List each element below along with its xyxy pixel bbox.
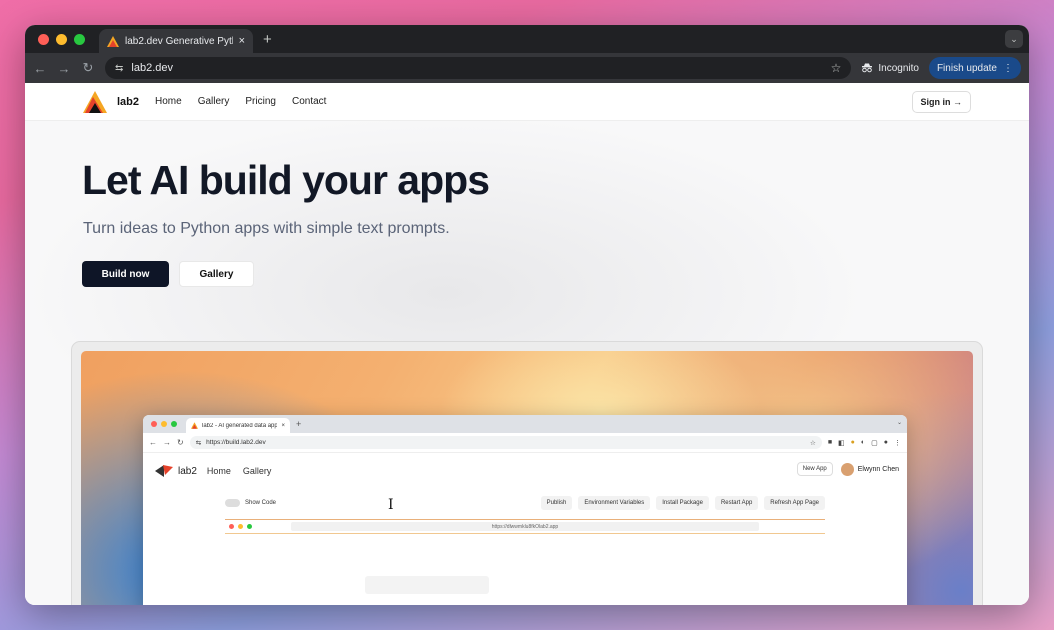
tab-search-button[interactable]: ⌄ — [1005, 30, 1023, 48]
tab-bar: lab2.dev Generative Python A × + ⌄ — [25, 25, 1029, 53]
site-info-icon[interactable]: ⇆ — [115, 63, 123, 74]
preview-brand-name: lab2 — [178, 465, 197, 477]
puzzle-icon: ▢ — [871, 439, 878, 447]
brand[interactable]: lab2 — [83, 90, 140, 113]
nav-pricing[interactable]: Pricing — [245, 96, 276, 107]
preview-menu-icon: ⋮ — [894, 439, 901, 447]
address-url[interactable]: lab2.dev — [131, 62, 822, 74]
preview-site-info-icon: ⇆ — [195, 439, 202, 447]
preview-tab-title: lab2 - AI generated data app — [202, 422, 278, 429]
refresh-app-page-button: Refresh App Page — [764, 496, 825, 510]
nav-contact[interactable]: Contact — [292, 96, 326, 107]
extension-icon: ● — [850, 438, 855, 446]
web-page: lab2 Home Gallery Pricing Contact Sign i… — [25, 83, 1029, 605]
text-cursor-icon: I — [388, 497, 394, 513]
preview-header-right: New App Elwynn Chen — [796, 462, 899, 476]
site-header: lab2 Home Gallery Pricing Contact Sign i… — [25, 83, 1029, 121]
extension-icon: ■ — [827, 438, 833, 446]
preview-star-icon: ☆ — [809, 439, 816, 447]
preview-new-app-button: New App — [796, 462, 833, 476]
preview-wallpaper: lab2 - AI generated data app × + ⌄ ← → ↻… — [81, 351, 973, 605]
preview-brand: lab2 — [155, 465, 197, 477]
preview-address-bar: ⇆ https://build.lab2.dev ☆ — [189, 436, 822, 449]
preview-tab-close-icon: × — [281, 422, 285, 429]
preview-close-dot — [151, 421, 157, 427]
preview-browser-window: lab2 - AI generated data app × + ⌄ ← → ↻… — [143, 415, 907, 605]
close-window-button[interactable] — [38, 33, 49, 45]
preview-nav-home: Home — [206, 466, 231, 476]
incognito-icon — [862, 63, 873, 73]
product-preview-frame: lab2 - AI generated data app × + ⌄ ← → ↻… — [71, 341, 983, 605]
brand-name: lab2 — [117, 95, 140, 108]
show-code-label: Show Code — [245, 500, 277, 506]
preview-forward-icon: → — [163, 438, 171, 447]
restart-app-button: Restart App — [714, 496, 759, 510]
publish-button: Publish — [540, 496, 573, 510]
finish-update-label: Finish update — [936, 62, 997, 74]
preview-tab-bar: lab2 - AI generated data app × + ⌄ — [143, 415, 907, 433]
loading-skeleton — [365, 576, 489, 594]
profile-icon: ● — [883, 438, 888, 446]
preview-user: Elwynn Chen — [840, 462, 899, 476]
forward-button[interactable]: → — [57, 61, 71, 76]
preview-app-bar: https://dlwwmklu8fkOlab2.app — [225, 520, 825, 534]
preview-url: https://build.lab2.dev — [206, 439, 266, 446]
back-button[interactable]: ← — [33, 61, 47, 76]
browser-toolbar: ← → ↻ ⇆ lab2.dev ☆ Incognito Finish upda… — [25, 53, 1029, 83]
hero-subtitle: Turn ideas to Python apps with simple te… — [83, 220, 450, 237]
preview-reload-icon: ↻ — [177, 438, 184, 447]
lab2-logo-icon — [83, 90, 107, 113]
preview-new-tab-icon: + — [296, 419, 302, 429]
reload-button[interactable]: ↻ — [81, 60, 95, 76]
preview-tab-menu-icon: ⌄ — [896, 420, 902, 426]
preview-app-url: https://dlwwmklu8fkOlab2.app — [291, 522, 759, 531]
preview-extensions: ■ ◧ ● ◐ ▢ ● ⋮ — [828, 439, 901, 447]
build-now-button[interactable]: Build now — [82, 261, 169, 287]
preview-toolbar: ← → ↻ ⇆ https://build.lab2.dev ☆ ■ ◧ ● ◐… — [143, 433, 907, 453]
incognito-label: Incognito — [878, 62, 919, 74]
app-maximize-dot — [247, 524, 252, 529]
tab-lab2[interactable]: lab2.dev Generative Python A × — [99, 29, 253, 53]
preview-action-bar: Show Code Publish Environment Variables … — [225, 495, 825, 511]
preview-app-frame: https://dlwwmklu8fkOlab2.app — [225, 519, 825, 605]
minimize-window-button[interactable] — [56, 33, 67, 45]
extension-icon: ◐ — [860, 438, 866, 446]
menu-dots-icon[interactable]: ⋮ — [1003, 63, 1013, 74]
preview-site-header: lab2 Home Gallery New App Elwynn Chen — [143, 453, 907, 489]
preview-nav-gallery: Gallery — [242, 466, 272, 476]
app-close-dot — [229, 524, 234, 529]
hero-title: Let AI build your apps — [82, 157, 490, 203]
maximize-window-button[interactable] — [74, 33, 85, 45]
preview-favicon-icon — [191, 422, 198, 429]
sign-in-button[interactable]: Sign in → — [911, 91, 971, 113]
bookmark-star-icon[interactable]: ☆ — [831, 61, 842, 75]
browser-window: lab2.dev Generative Python A × + ⌄ ← → ↻… — [25, 25, 1029, 605]
address-bar[interactable]: ⇆ lab2.dev ☆ — [105, 57, 852, 79]
preview-back-icon: ← — [149, 438, 157, 447]
preview-maximize-dot — [171, 421, 177, 427]
preview-actions: Publish Environment Variables Install Pa… — [540, 496, 825, 510]
preview-minimize-dot — [161, 421, 167, 427]
show-code-toggle — [225, 499, 240, 507]
app-minimize-dot — [238, 524, 243, 529]
nav-home[interactable]: Home — [155, 96, 182, 107]
preview-logo-icon — [155, 465, 173, 477]
tab-title: lab2.dev Generative Python A — [125, 35, 233, 47]
finish-update-button[interactable]: Finish update ⋮ — [928, 57, 1021, 79]
install-package-button: Install Package — [656, 496, 709, 510]
tab-close-icon[interactable]: × — [239, 35, 245, 47]
avatar — [840, 462, 854, 476]
nav-gallery[interactable]: Gallery — [198, 96, 230, 107]
environment-variables-button: Environment Variables — [578, 496, 651, 510]
lab2-favicon-icon — [107, 35, 119, 47]
extension-icon: ◧ — [838, 439, 845, 447]
window-controls — [38, 33, 85, 45]
preview-user-name: Elwynn Chen — [857, 465, 899, 473]
gallery-button[interactable]: Gallery — [179, 261, 254, 287]
new-tab-button[interactable]: + — [263, 31, 272, 48]
incognito-indicator[interactable]: Incognito — [861, 63, 919, 74]
preview-tab: lab2 - AI generated data app × — [186, 418, 290, 433]
preview-window-controls — [151, 421, 177, 427]
